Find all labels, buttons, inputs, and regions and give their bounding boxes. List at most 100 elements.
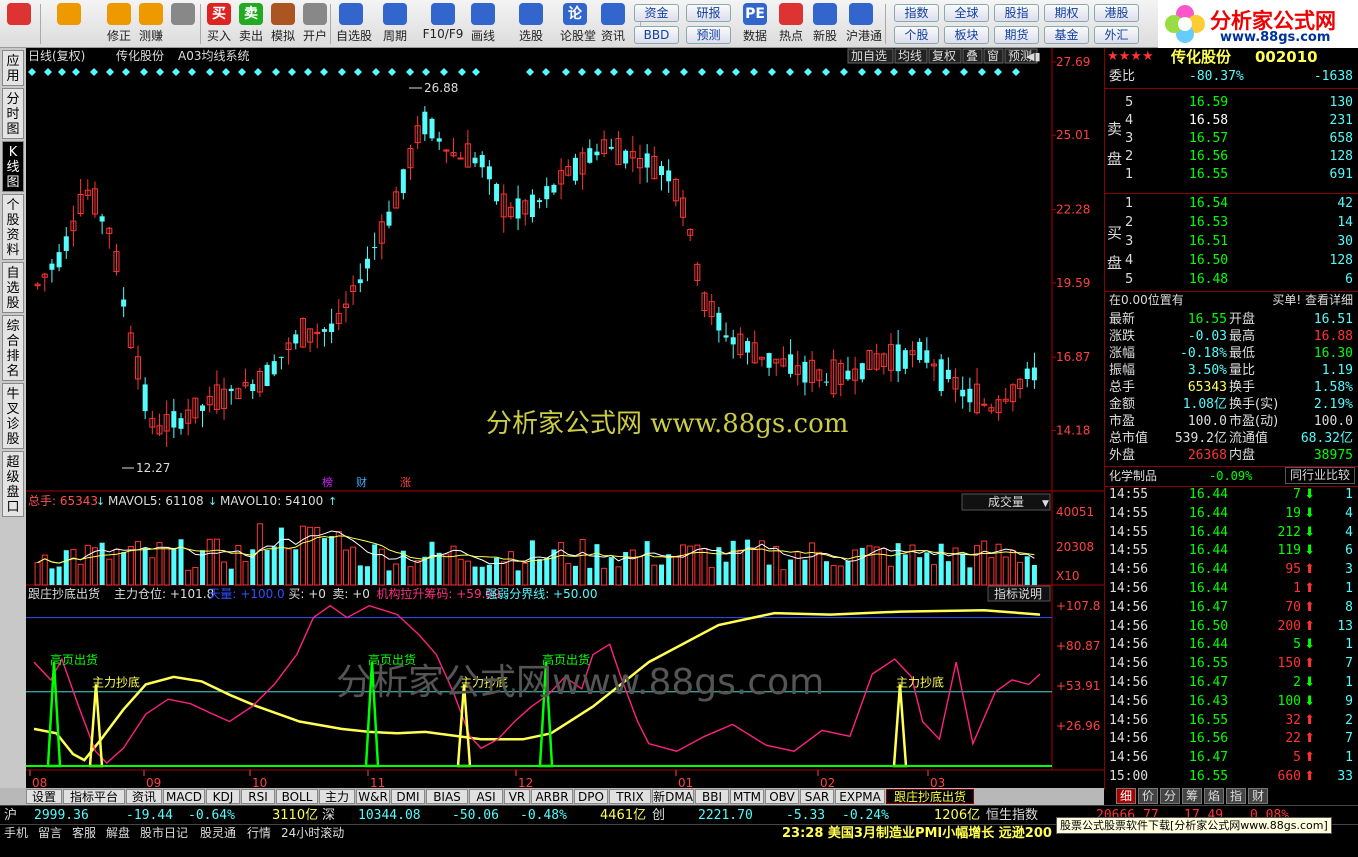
indicator-tab[interactable]: OBV [765,789,799,804]
status-link[interactable]: 行情 [247,826,279,841]
indicator-tab[interactable]: 设置 [26,789,62,804]
status-link[interactable]: 客服 [72,826,104,841]
newstock-button[interactable]: 新股 [810,2,840,46]
left-tab[interactable]: 牛叉诊股 [2,383,24,449]
indicator-tab[interactable]: W&R [356,789,390,804]
indicator-tab[interactable]: RSI [241,789,275,804]
quick-button[interactable]: 资金 [634,4,679,22]
status-link[interactable]: 留言 [38,826,70,841]
bid-price[interactable]: 16.48 [1189,271,1228,289]
status-link[interactable]: 解盘 [106,826,138,841]
left-tab[interactable]: K线图 [2,141,24,192]
dropdown-arrow-icon[interactable]: ▼ [1042,499,1049,509]
cycle-button[interactable]: 周期 [380,2,410,46]
view-detail-link[interactable]: 买单! 查看详细 [1272,291,1353,309]
status-link[interactable]: 手机 [4,826,36,841]
ask-price[interactable]: 16.58 [1189,112,1228,130]
quick-button[interactable]: BBD [634,26,679,44]
indicator-tab[interactable]: BOLL [276,789,318,804]
pe-button[interactable]: PE 数据 [740,2,770,46]
indicator-tab[interactable]: ASI [469,789,503,804]
news-ticker[interactable]: 23:28 美国3月制造业PMI小幅增长 远逊2009年来均值 [782,825,1052,842]
kline-chart-area[interactable]: 日线(复权) 传化股份 A03均线系统 加自选 均线 复权叠窗预测◀▮ 27.6925.01… [26,48,1104,790]
lock-button[interactable]: 开户 [300,2,330,46]
indicator-tab[interactable]: 主力 [319,789,355,804]
indicator-tab[interactable]: 指标平台 [63,789,125,804]
sell-button[interactable]: 卖卖出 [236,2,266,46]
buy-button[interactable]: 买买入 [204,2,234,46]
bid-price[interactable]: 16.50 [1189,252,1228,270]
left-tab[interactable]: 分时图 [2,88,24,139]
quick-button[interactable]: 基金 [1044,26,1089,44]
ask-price[interactable]: 16.57 [1189,130,1228,148]
indicator-tab[interactable]: 新DMA [652,789,694,804]
quote-tab[interactable]: 财 [1248,788,1268,804]
indicator-tab[interactable]: BIAS [426,789,468,804]
indicator-tab[interactable]: EXPMA [835,789,885,804]
fire-button[interactable]: 热点 [776,2,806,46]
quote-tab[interactable]: 分 [1160,788,1180,804]
indicator-tab[interactable]: VR [504,789,530,804]
star-button[interactable]: 自选股 [336,2,372,46]
quick-button[interactable]: 港股 [1094,4,1139,22]
event-marker[interactable]: 涨 [400,476,411,489]
left-tab[interactable]: 综合排名 [2,315,24,381]
industry-compare-button[interactable]: 同行业比较 [1284,467,1355,484]
indicator-tab[interactable]: MACD [163,789,205,804]
indicator-tab[interactable]: KDJ [206,789,240,804]
event-marker[interactable]: 榜 [322,475,333,489]
quick-button[interactable]: 外汇 [1094,26,1139,44]
quick-button[interactable]: 股指 [994,4,1039,22]
quick-button[interactable]: 指数 [894,4,939,22]
quick-button[interactable]: 全球 [944,4,989,22]
quick-button[interactable]: 板块 [944,26,989,44]
status-link[interactable]: 股灵通 [200,826,245,841]
bid-price[interactable]: 16.54 [1189,195,1228,213]
left-tab[interactable]: 超级盘口 [2,451,24,517]
back-arrow-button[interactable] [54,2,84,46]
indicator-tab[interactable]: 资讯 [126,789,162,804]
indicator-tab[interactable]: DMI [391,789,425,804]
quote-tab[interactable]: 筹 [1182,788,1202,804]
industry-name[interactable]: 化学制品 [1109,467,1157,485]
bid-price[interactable]: 16.51 [1189,233,1228,251]
hammer-button[interactable]: 模拟 [268,2,298,46]
quick-button[interactable]: 个股 [894,26,939,44]
indicator-tab[interactable]: ARBR [531,789,573,804]
chart-nav-arrow-icon[interactable]: ◀▮ [1026,50,1041,63]
info-button[interactable]: 资讯 [598,2,628,46]
ask-price[interactable]: 16.59 [1189,94,1228,112]
quote-tab[interactable]: 焰 [1204,788,1224,804]
indicator-tab[interactable]: DPO [574,789,608,804]
left-tab[interactable]: 应用 [2,50,24,86]
indicator-tab[interactable]: 跟庄抄底出货 [886,789,974,804]
indicator-tab[interactable]: MTM [730,789,764,804]
event-marker[interactable]: 财 [356,475,367,489]
indicator-tab[interactable]: BBI [695,789,729,804]
quick-button[interactable]: 期货 [994,26,1039,44]
left-tab[interactable]: 自选股 [2,262,24,313]
quote-tab[interactable]: 价 [1138,788,1158,804]
forum-button[interactable]: 论论股堂 [560,2,596,46]
select-button[interactable]: 选股 [516,2,546,46]
window-grid-button[interactable] [4,2,34,46]
indicator-tab[interactable]: TRIX [609,789,651,804]
quick-button[interactable]: 期权 [1044,4,1089,22]
smile-button[interactable]: 测赚 [136,2,166,46]
quote-tab[interactable]: 细 [1116,788,1136,804]
status-link[interactable]: 24小时滚动 [281,826,365,841]
quote-tab[interactable]: 指 [1226,788,1246,804]
indicator-tab[interactable]: SAR [800,789,834,804]
ask-price[interactable]: 16.55 [1189,166,1228,184]
up-down-button[interactable]: 修正 [104,2,134,46]
quick-button[interactable]: 研报 [686,4,731,22]
left-tab[interactable]: 个股资料 [2,194,24,260]
bid-price[interactable]: 16.53 [1189,214,1228,232]
clock-button[interactable] [168,2,198,46]
ask-price[interactable]: 16.56 [1189,148,1228,166]
quick-button[interactable]: 预测 [686,26,731,44]
pen-button[interactable]: 画线 [468,2,498,46]
status-link[interactable]: 股市日记 [140,826,198,841]
hk-connect-button[interactable]: 沪港通 [846,2,882,46]
f10-button[interactable]: F10/F9 [422,2,464,46]
